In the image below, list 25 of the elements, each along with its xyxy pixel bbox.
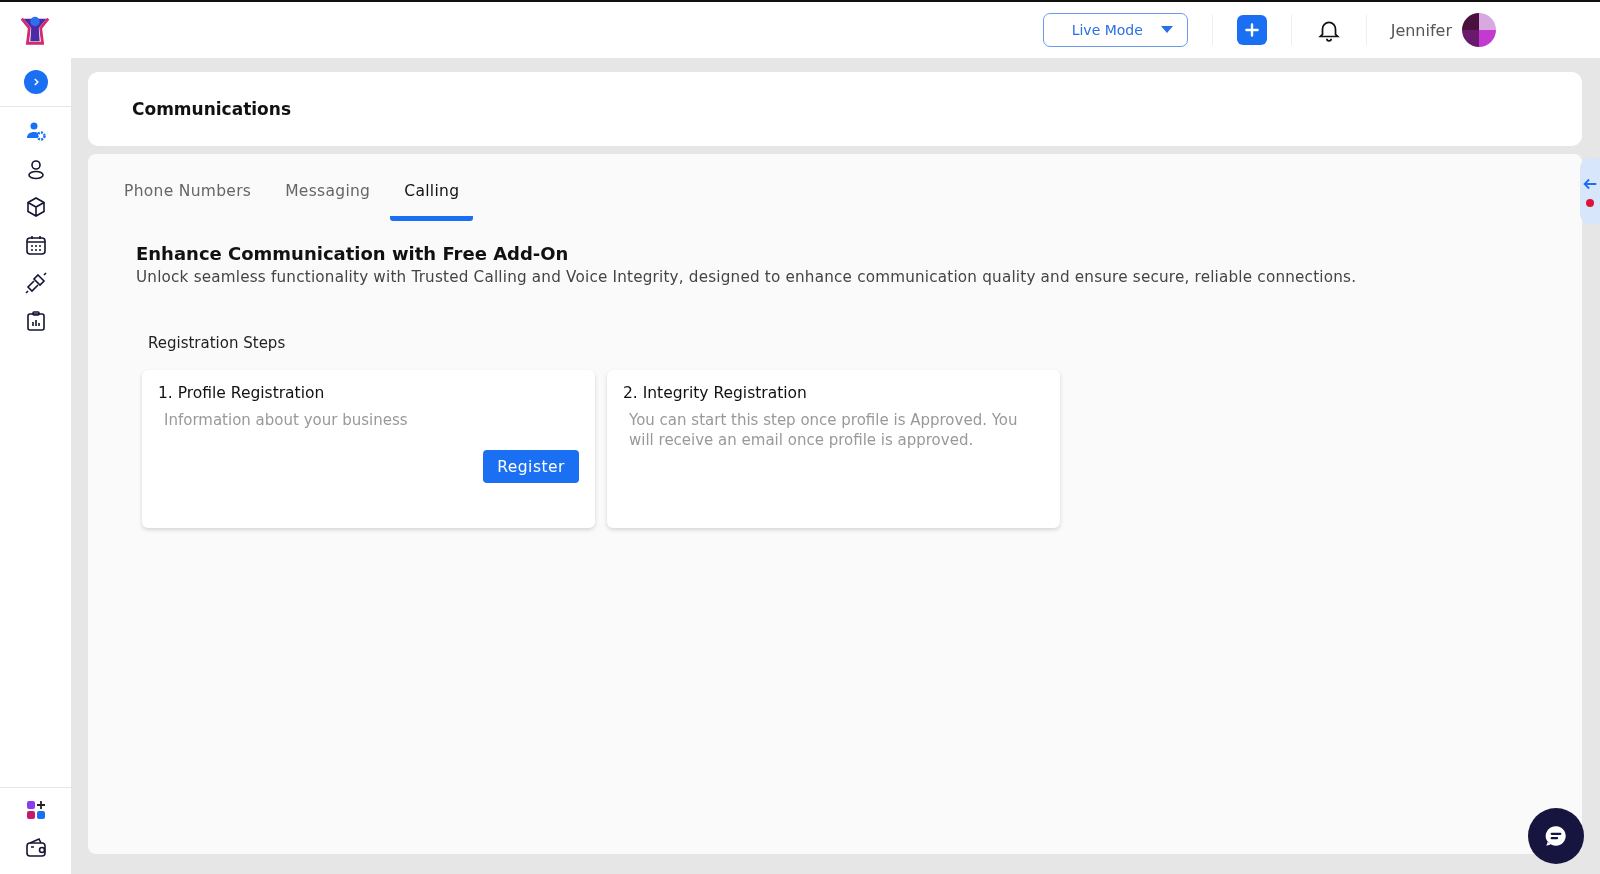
tab[interactable]: Phone Numbers (110, 170, 266, 221)
steps-heading: Registration Steps (148, 334, 287, 352)
chat-button[interactable] (1528, 808, 1584, 864)
plug-icon[interactable] (23, 271, 48, 295)
calendar-icon[interactable] (23, 233, 48, 257)
caret-icon (1160, 26, 1173, 34)
user-name: Jennifer (1390, 20, 1452, 40)
section-heading: Enhance Communication with Free Add-On (136, 243, 570, 264)
step-title: 1. Profile Registration (158, 384, 326, 402)
step-description: Information about your business (164, 410, 409, 430)
register-button[interactable]: Register (483, 450, 579, 483)
add-button[interactable] (1236, 15, 1267, 45)
plus-icon (1243, 22, 1260, 38)
wallet-icon[interactable] (23, 836, 48, 860)
step-title: 2. Integrity Registration (623, 384, 808, 402)
side-panel-tab[interactable] (1580, 158, 1600, 224)
mode-dropdown[interactable]: Live Mode (1042, 13, 1188, 47)
tab[interactable]: Calling (390, 170, 474, 221)
section-description: Unlock seamless functionality with Trusted Calling and Voice Integrity, designed to enhance communication quality and ensure secure, reliable connections. (136, 268, 1358, 286)
expand-sidebar-button[interactable] (23, 70, 48, 94)
tab[interactable]: Messaging (271, 170, 385, 221)
step-description: You can start this step once profile is Approved. You will receive an email once profile is approved. (629, 410, 1019, 450)
page-title: Communications (132, 99, 292, 119)
chat-bubble-icon (1543, 823, 1569, 849)
user-avatar[interactable] (1462, 13, 1496, 47)
